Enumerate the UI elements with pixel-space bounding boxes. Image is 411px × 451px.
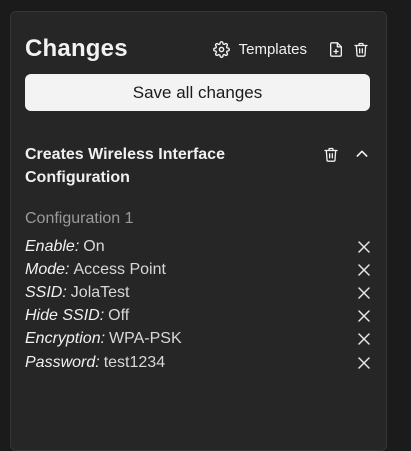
close-icon[interactable] xyxy=(357,356,371,370)
page-title: Changes xyxy=(25,35,128,62)
property-key: SSID: xyxy=(25,283,67,301)
save-all-changes-button[interactable]: Save all changes xyxy=(25,74,370,111)
property-value: WPA-PSK xyxy=(109,330,182,348)
property-value: Access Point xyxy=(73,260,166,278)
property-row-hide-ssid: Hide SSID: Off xyxy=(25,305,371,328)
close-icon[interactable] xyxy=(357,332,371,346)
close-icon[interactable] xyxy=(357,240,371,254)
change-title: Creates Wireless Interface Configuration xyxy=(25,146,225,186)
trash-icon[interactable] xyxy=(322,145,340,163)
chevron-up-icon[interactable] xyxy=(353,145,371,163)
property-key: Enable: xyxy=(25,237,80,255)
property-row-mode: Mode: Access Point xyxy=(25,258,371,281)
trash-icon[interactable] xyxy=(352,40,370,58)
change-actions xyxy=(322,145,371,163)
close-icon[interactable] xyxy=(357,309,371,323)
close-icon[interactable] xyxy=(357,263,371,277)
gear-icon xyxy=(213,40,231,58)
file-plus-icon[interactable] xyxy=(327,40,345,58)
property-key: Password: xyxy=(25,353,100,371)
property-row-ssid: SSID: JolaTest xyxy=(25,281,371,304)
property-value: On xyxy=(83,237,105,255)
property-row-encryption: Encryption: WPA-PSK xyxy=(25,328,371,351)
templates-button[interactable]: Templates xyxy=(213,40,307,58)
property-key: Encryption: xyxy=(25,330,106,348)
property-value: test1234 xyxy=(103,353,166,371)
changes-panel: Changes Templates Save all changes Creat… xyxy=(10,11,387,451)
property-key: Hide SSID: xyxy=(25,307,105,325)
configuration-name: Configuration 1 xyxy=(25,210,134,227)
property-value: Off xyxy=(108,307,130,325)
property-value: JolaTest xyxy=(70,283,130,301)
changes-header: Changes Templates xyxy=(25,34,370,64)
property-row-enable: Enable: On xyxy=(25,235,371,258)
close-icon[interactable] xyxy=(357,286,371,300)
property-list: Enable: On Mode: Access Point SSID: Jola… xyxy=(25,235,371,374)
templates-label: Templates xyxy=(238,40,307,58)
property-row-password: Password: test1234 xyxy=(25,351,371,374)
property-key: Mode: xyxy=(25,260,70,278)
